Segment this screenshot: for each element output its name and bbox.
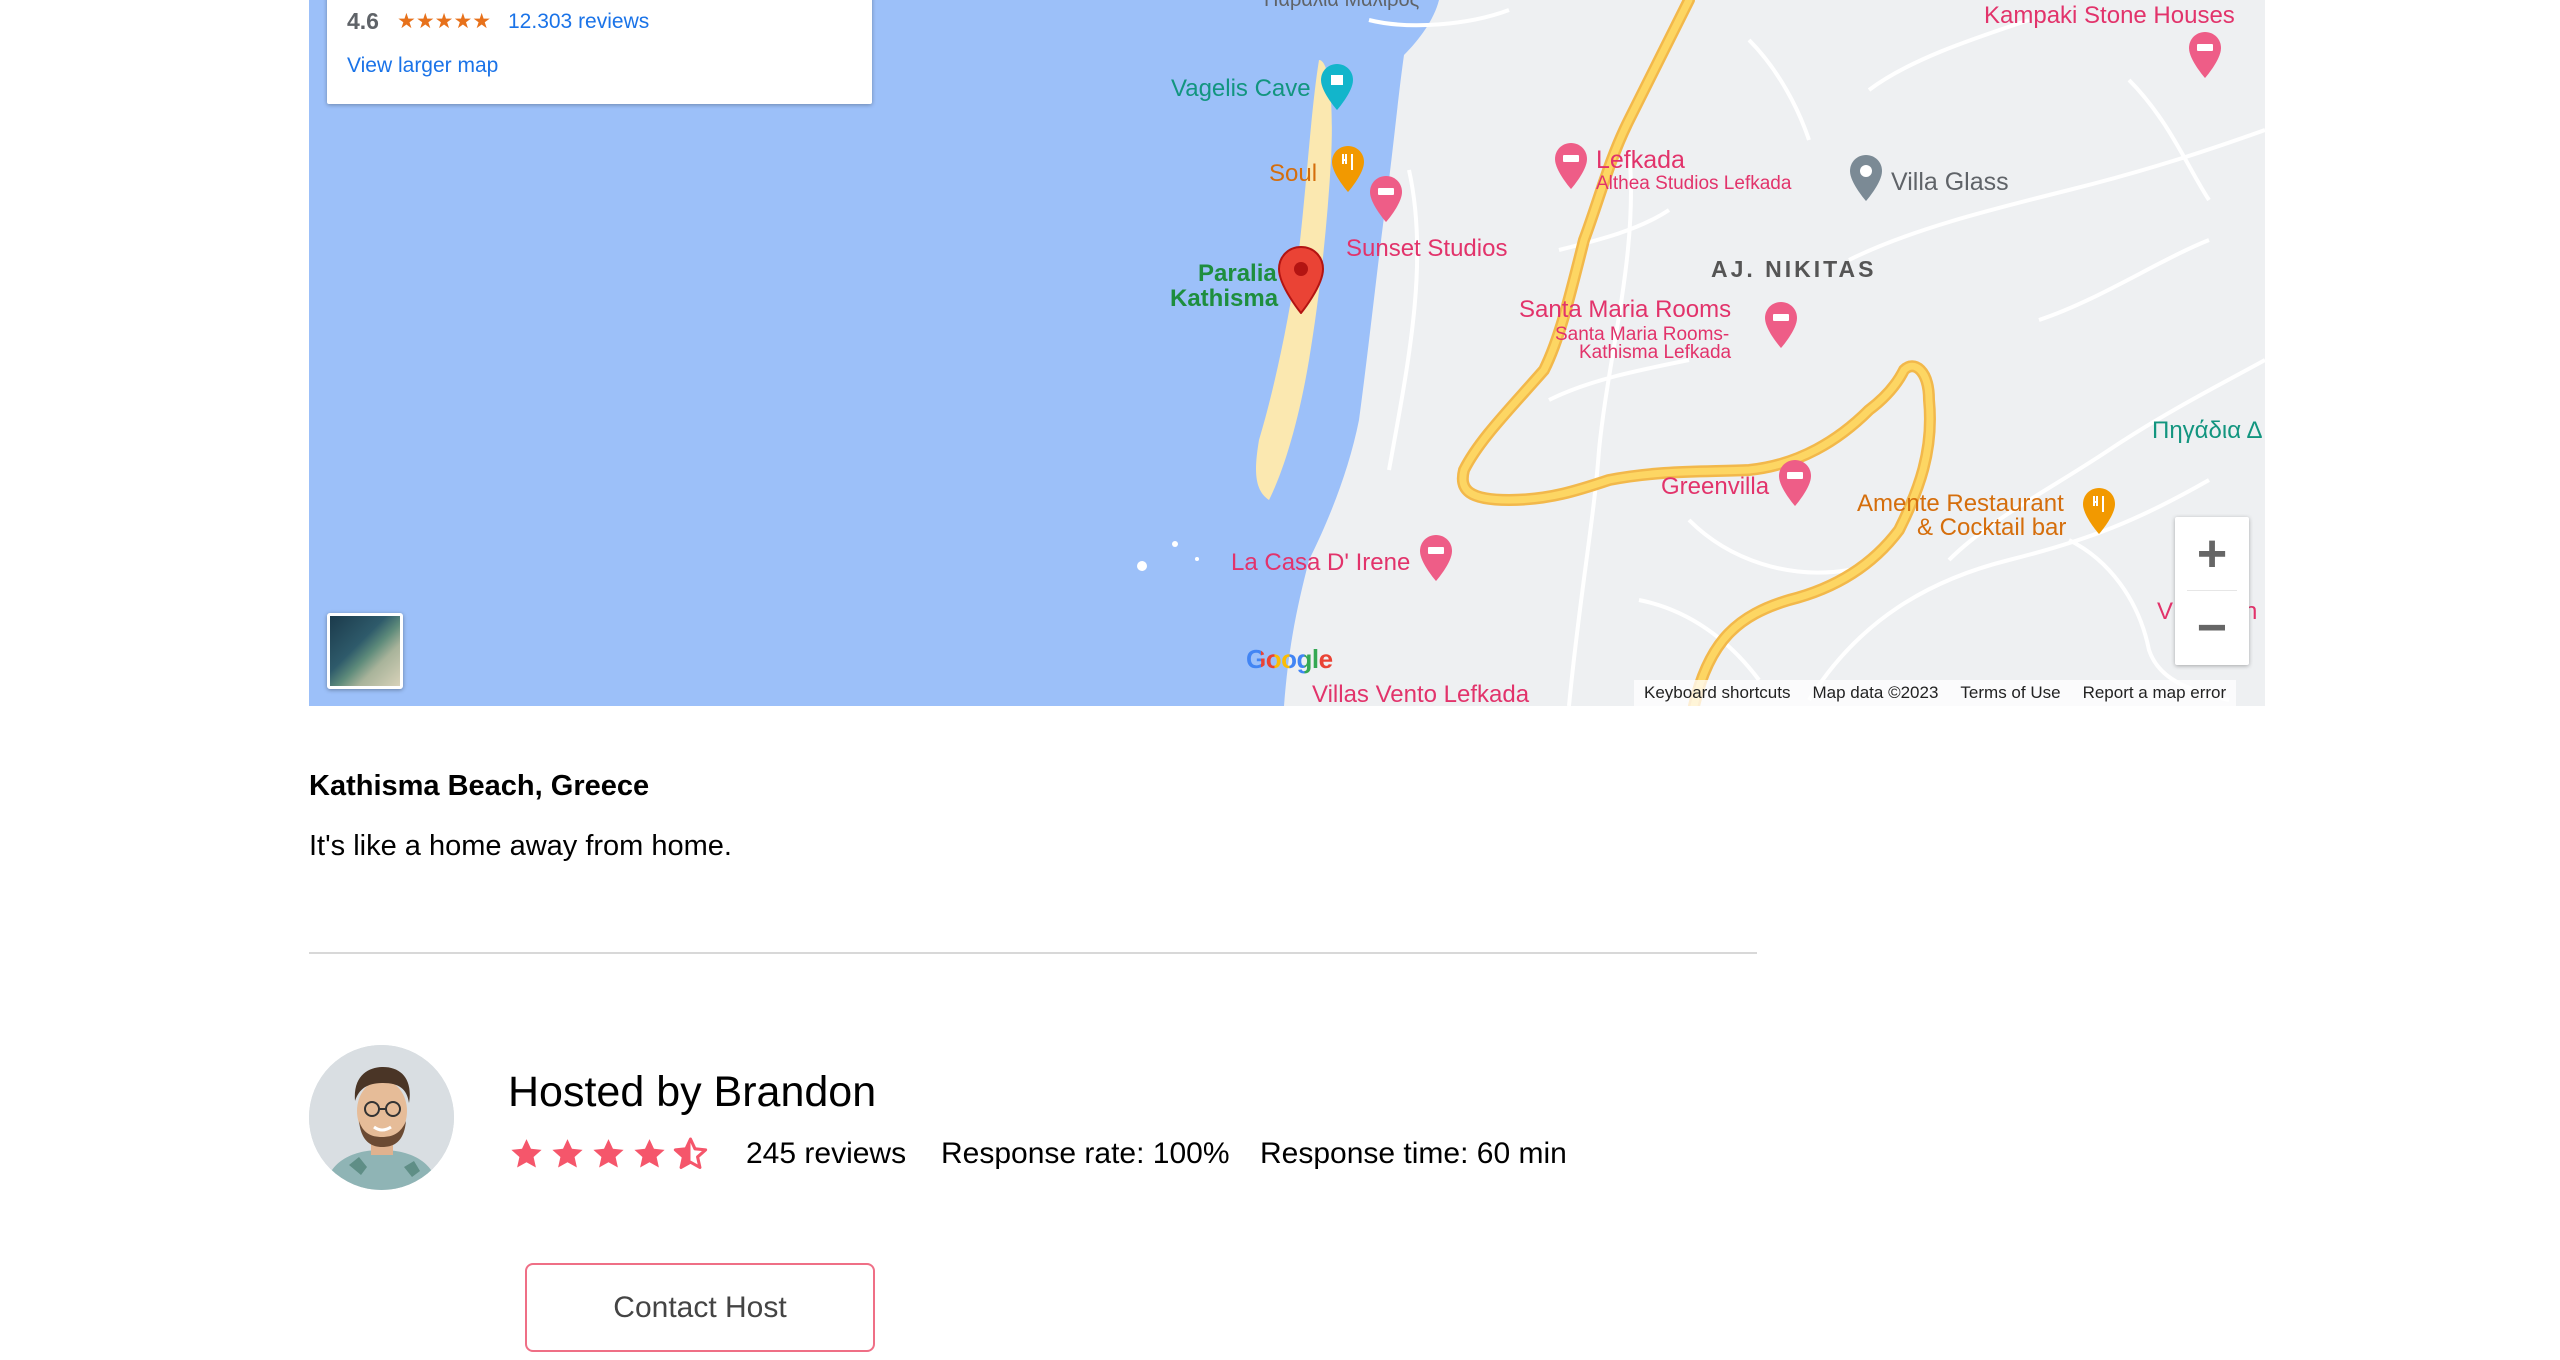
map-label-partial: V bbox=[2157, 598, 2174, 625]
star-full-icon bbox=[634, 1138, 665, 1167]
map-label-lefkada: Lefkada bbox=[1596, 146, 1685, 174]
view-larger-map-link[interactable]: View larger map bbox=[347, 54, 498, 78]
location-marker-icon[interactable] bbox=[1277, 246, 1325, 314]
host-avatar bbox=[309, 1045, 454, 1190]
map-label-greenvilla: Greenvilla bbox=[1661, 473, 1770, 500]
star-full-icon bbox=[511, 1138, 542, 1167]
contact-host-button[interactable]: Contact Host bbox=[525, 1263, 875, 1352]
map-data-text: Map data ©2023 bbox=[1812, 683, 1939, 702]
map-label-aj-nikitas: AJ. NIKITAS bbox=[1711, 256, 1877, 282]
place-poi-icon[interactable] bbox=[1849, 155, 1883, 201]
location-map[interactable]: Παραλία Μαλίρος Vagelis Cave Soul Sunset… bbox=[309, 0, 2265, 706]
map-label-pigadia: Πηγάδια Δ bbox=[2152, 417, 2263, 444]
map-label-la-casa: La Casa D' Irene bbox=[1231, 549, 1411, 576]
reviews-link[interactable]: 12.303 reviews bbox=[508, 10, 649, 34]
map-label-paralia: Paralia bbox=[1198, 260, 1277, 287]
star-full-icon bbox=[552, 1138, 583, 1167]
section-divider bbox=[309, 952, 1757, 954]
hotel-poi-icon[interactable] bbox=[1419, 535, 1453, 581]
zoom-controls: + − bbox=[2175, 517, 2249, 665]
host-name: Hosted by Brandon bbox=[508, 1068, 877, 1116]
place-description: It's like a home away from home. bbox=[309, 830, 732, 862]
host-response-rate: Response rate: 100% bbox=[941, 1137, 1230, 1170]
restaurant-poi-icon[interactable] bbox=[1331, 146, 1365, 192]
map-label-kathisma: Kathisma bbox=[1170, 285, 1279, 312]
satellite-layer-toggle[interactable] bbox=[327, 613, 403, 689]
map-attribution-bar: Keyboard shortcuts Map data ©2023 Terms … bbox=[1634, 680, 2237, 706]
map-label-santa-maria: Santa Maria Rooms bbox=[1519, 296, 1732, 323]
cave-poi-icon[interactable] bbox=[1320, 64, 1354, 110]
keyboard-shortcuts-link[interactable]: Keyboard shortcuts bbox=[1644, 683, 1790, 703]
host-reviews-count: 245 reviews bbox=[746, 1137, 907, 1170]
place-info-card: 4.6 ★★★★★ 12.303 reviews View larger map bbox=[327, 0, 872, 104]
map-label: Παραλία Μαλίρος bbox=[1264, 0, 1420, 11]
map-label-santa-maria-sub: Kathisma Lefkada bbox=[1579, 342, 1732, 363]
zoom-in-button[interactable]: + bbox=[2175, 517, 2249, 591]
google-logo-text: Google bbox=[1246, 644, 1333, 674]
map-label-althea: Althea Studios Lefkada bbox=[1596, 173, 1792, 194]
map-label-villa-glass: Villa Glass bbox=[1891, 168, 2009, 196]
map-label-sunset-studios: Sunset Studios bbox=[1346, 235, 1508, 262]
star-full-icon bbox=[593, 1138, 624, 1167]
map-label-kampaki: Kampaki Stone Houses bbox=[1984, 2, 2235, 29]
hotel-poi-icon[interactable] bbox=[1764, 302, 1798, 348]
report-map-error-link[interactable]: Report a map error bbox=[2083, 683, 2227, 703]
map-label-soul: Soul bbox=[1269, 160, 1318, 187]
map-label-amente: & Cocktail bar bbox=[1917, 514, 2067, 541]
zoom-out-button[interactable]: − bbox=[2175, 591, 2249, 665]
place-title: Kathisma Beach, Greece bbox=[309, 770, 650, 802]
host-rating-stars bbox=[508, 1134, 709, 1174]
place-rating: 4.6 bbox=[347, 8, 379, 34]
hotel-poi-icon[interactable] bbox=[1778, 460, 1812, 506]
hotel-poi-icon[interactable] bbox=[1369, 176, 1403, 222]
map-label-villas-vento: Villas Vento Lefkada bbox=[1312, 681, 1530, 707]
host-response-time: Response time: 60 min bbox=[1260, 1137, 1567, 1170]
google-logo: Google bbox=[1246, 644, 1333, 675]
host-avatar-image bbox=[309, 1045, 454, 1190]
map-canvas[interactable] bbox=[309, 0, 2265, 706]
rating-stars-icon: ★★★★★ bbox=[397, 10, 492, 33]
restaurant-poi-icon[interactable] bbox=[2082, 488, 2116, 534]
map-label-vagelis-cave: Vagelis Cave bbox=[1171, 75, 1311, 102]
terms-of-use-link[interactable]: Terms of Use bbox=[1960, 683, 2060, 703]
map-label-amente: Amente Restaurant bbox=[1857, 490, 2064, 517]
hotel-poi-icon[interactable] bbox=[2188, 32, 2222, 78]
hotel-poi-icon[interactable] bbox=[1554, 143, 1588, 189]
star-half-icon bbox=[673, 1137, 708, 1169]
